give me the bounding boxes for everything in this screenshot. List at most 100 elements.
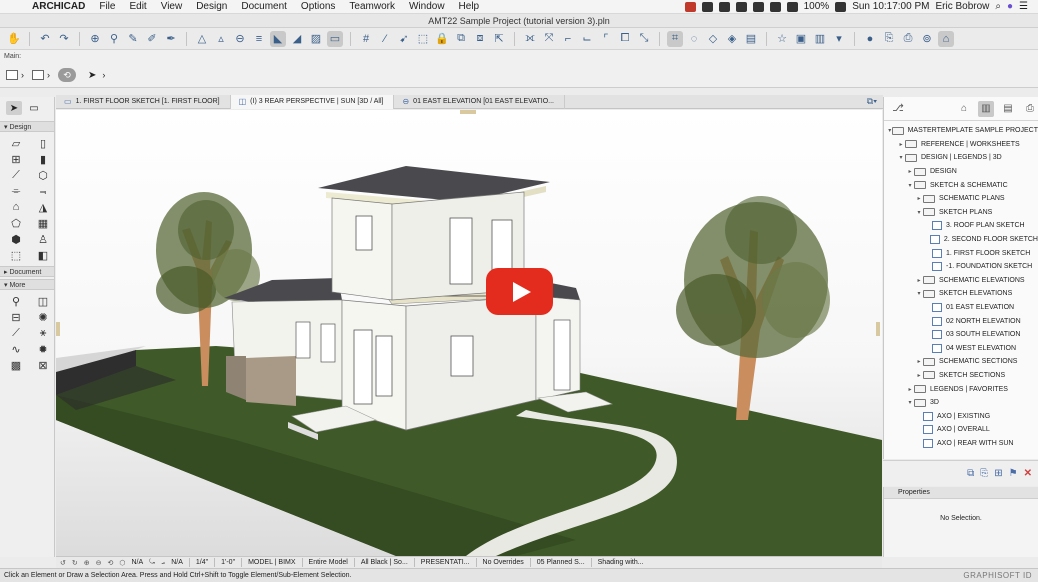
zone-tool-icon[interactable]: ⬚ <box>4 248 28 262</box>
circle-tool-icon[interactable]: ⊠ <box>31 358 55 372</box>
figure-tool-icon[interactable]: ⚹ <box>31 326 55 340</box>
tab-east-elevation[interactable]: ⊖ 01 EAST ELEVATION [01 EAST ELEVATIO... <box>394 94 566 109</box>
disclosure-open-icon[interactable]: ▾ <box>915 209 923 216</box>
fit-icon[interactable]: ⟲ <box>108 559 114 567</box>
undo-icon[interactable]: ↶ <box>37 31 53 47</box>
app-menu[interactable]: ARCHICAD <box>32 1 85 12</box>
marquee-method-control[interactable]: › <box>32 68 50 82</box>
morph-tool-icon[interactable]: ⬢ <box>4 232 28 246</box>
navigator-view-item[interactable]: -1. FOUNDATION SKETCH <box>884 260 1038 274</box>
favorites-icon[interactable]: ☆ <box>774 31 790 47</box>
syringe-icon[interactable]: ✒ <box>163 31 179 47</box>
navigator-folder-item[interactable]: ▸ SKETCH SECTIONS <box>884 369 1038 383</box>
battery-icon[interactable] <box>835 1 847 12</box>
settings-icon[interactable]: ⚑ <box>1009 468 1018 479</box>
pan-icon[interactable]: ✋ <box>6 31 22 47</box>
elevate-icon[interactable]: ⊖ <box>232 31 248 47</box>
intersect-icon[interactable]: ⌙ <box>579 31 595 47</box>
disclosure-closed-icon[interactable]: ▸ <box>915 195 923 202</box>
disclosure-closed-icon[interactable]: ▸ <box>915 277 923 284</box>
toolbox-section-document[interactable]: ▸ Document <box>0 266 54 277</box>
navigator-view-item[interactable]: 3. ROOF PLAN SKETCH <box>884 219 1038 233</box>
connect-icon[interactable]: ◌ <box>686 31 702 47</box>
siri-icon[interactable]: ● <box>1007 1 1013 12</box>
model-view-option[interactable]: Entire Model <box>309 559 348 566</box>
curtain-wall-tool-icon[interactable]: ▦ <box>31 216 55 230</box>
fill-icon[interactable]: ◢ <box>289 31 305 47</box>
shell-icon[interactable]: ◈ <box>724 31 740 47</box>
navigator-view-item[interactable]: AXO | REAR WITH SUN <box>884 437 1038 451</box>
solid-element-icon[interactable]: ⌗ <box>667 30 683 47</box>
overrides-option[interactable]: No Overrides <box>483 559 524 566</box>
toolbox-section-design[interactable]: ▾ Design <box>0 121 54 132</box>
arrow-tool-icon[interactable]: ➹ <box>396 31 412 47</box>
pet-palette-icon[interactable]: ◣ <box>270 30 286 47</box>
view-map-icon[interactable]: ⧉▾ <box>867 96 877 107</box>
tab-first-floor-sketch[interactable]: ▭ 1. FIRST FLOOR SKETCH [1. FIRST FLOOR] <box>56 94 231 109</box>
navigator-folder-item[interactable]: ▸ SCHEMATIC SECTIONS <box>884 355 1038 369</box>
toolbox-section-more[interactable]: ▾ More <box>0 279 54 290</box>
scale-value[interactable]: 1/4" <box>196 559 208 566</box>
window-icon[interactable]: ▥ <box>812 31 828 47</box>
delete-icon[interactable]: ✕ <box>1024 468 1032 479</box>
new-folder-icon[interactable]: ⧉ <box>967 468 974 479</box>
navigator-view-item[interactable]: AXO | EXISTING <box>884 409 1038 423</box>
navigator-view-item[interactable]: 01 EAST ELEVATION <box>884 301 1038 315</box>
zoom-value-a[interactable]: N/A <box>132 559 144 566</box>
section-marker-icon[interactable]: ▭ <box>327 30 343 47</box>
menu-help[interactable]: Help <box>459 1 480 12</box>
object-tool-icon[interactable]: ♙ <box>31 232 55 246</box>
guideline-icon[interactable]: ⁄ <box>377 31 393 47</box>
disclosure-closed-icon[interactable]: ▸ <box>906 386 914 393</box>
zoom-value-b[interactable]: N/A <box>171 559 183 566</box>
geometry-method-control[interactable]: › <box>6 68 24 82</box>
navigator-folder-item[interactable]: ▾ 3D <box>884 396 1038 410</box>
navigator-folder-item[interactable]: ▸ SCHEMATIC PLANS <box>884 192 1038 206</box>
menu-design[interactable]: Design <box>196 1 227 12</box>
layer-combination[interactable]: MODEL | BIMX <box>248 559 295 566</box>
rotate-icon[interactable]: ⤿ <box>149 559 155 567</box>
wifi-icon[interactable] <box>769 1 781 12</box>
stair-tool-icon[interactable]: ⌯ <box>4 184 28 198</box>
grid-tool-icon[interactable]: ⊟ <box>4 310 28 324</box>
hotspot-tool-icon[interactable]: ⚲ <box>4 294 28 308</box>
window-tool-icon[interactable]: ⊞ <box>4 152 28 166</box>
beam-tool-icon[interactable]: ⟋ <box>4 168 28 182</box>
redo-icon[interactable]: ↷ <box>56 31 72 47</box>
disclosure-open-icon[interactable]: ▾ <box>906 399 914 406</box>
3d-viewport[interactable] <box>56 110 882 556</box>
disclosure-closed-icon[interactable]: ▸ <box>897 141 905 148</box>
group-icon[interactable]: ⧉ <box>453 31 469 47</box>
apple-icon[interactable] <box>12 1 24 13</box>
disclosure-open-icon[interactable]: ▾ <box>897 154 905 161</box>
zoom-out-icon[interactable]: ⊖ <box>96 559 102 567</box>
angle-icon[interactable]: ⦟ <box>161 559 165 567</box>
dimension-value[interactable]: 1'-0" <box>221 559 235 566</box>
sun-tool-icon[interactable]: ✹ <box>31 342 55 356</box>
navigator-view-item[interactable]: 2. SECOND FLOOR SKETCH <box>884 233 1038 247</box>
skylight-tool-icon[interactable]: ◧ <box>31 248 55 262</box>
view-map-icon[interactable]: ▥ <box>978 100 994 117</box>
menu-edit[interactable]: Edit <box>129 1 146 12</box>
rotate-toggle[interactable]: ⟲ <box>58 68 76 82</box>
shell-tool-icon[interactable]: ◮ <box>31 200 55 214</box>
publisher-icon[interactable]: ⎙ <box>1022 101 1038 117</box>
save-view-icon[interactable]: ⎘ <box>980 468 988 479</box>
tray-app-icon[interactable] <box>701 1 713 12</box>
arrow-tool[interactable]: ➤ <box>6 101 22 115</box>
trim-icon[interactable]: ⌐ <box>560 31 576 47</box>
orbit-icon[interactable]: ⬡ <box>119 559 125 567</box>
wall-tool-icon[interactable]: ▱ <box>4 136 28 150</box>
trace-icon[interactable]: ⇱ <box>491 31 507 47</box>
magic-wand-icon[interactable]: ⚲ <box>106 31 122 47</box>
marquee-tool[interactable]: ▭ <box>26 101 42 115</box>
disclosure-open-icon[interactable]: ▾ <box>906 182 914 189</box>
3d-style[interactable]: Shading with... <box>598 559 644 566</box>
lock-icon[interactable]: 🔒 <box>434 31 450 47</box>
line-tool-icon[interactable]: ⟋ <box>4 326 28 340</box>
menu-list-icon[interactable]: ☰ <box>1019 1 1028 12</box>
morph-icon[interactable]: ◇ <box>705 31 721 47</box>
navigator-folder-item[interactable]: ▾ DESIGN | LEGENDS | 3D <box>884 151 1038 165</box>
publish-icon[interactable]: ⌂ <box>938 30 954 47</box>
redo-zoom-icon[interactable]: ↻ <box>72 559 78 567</box>
